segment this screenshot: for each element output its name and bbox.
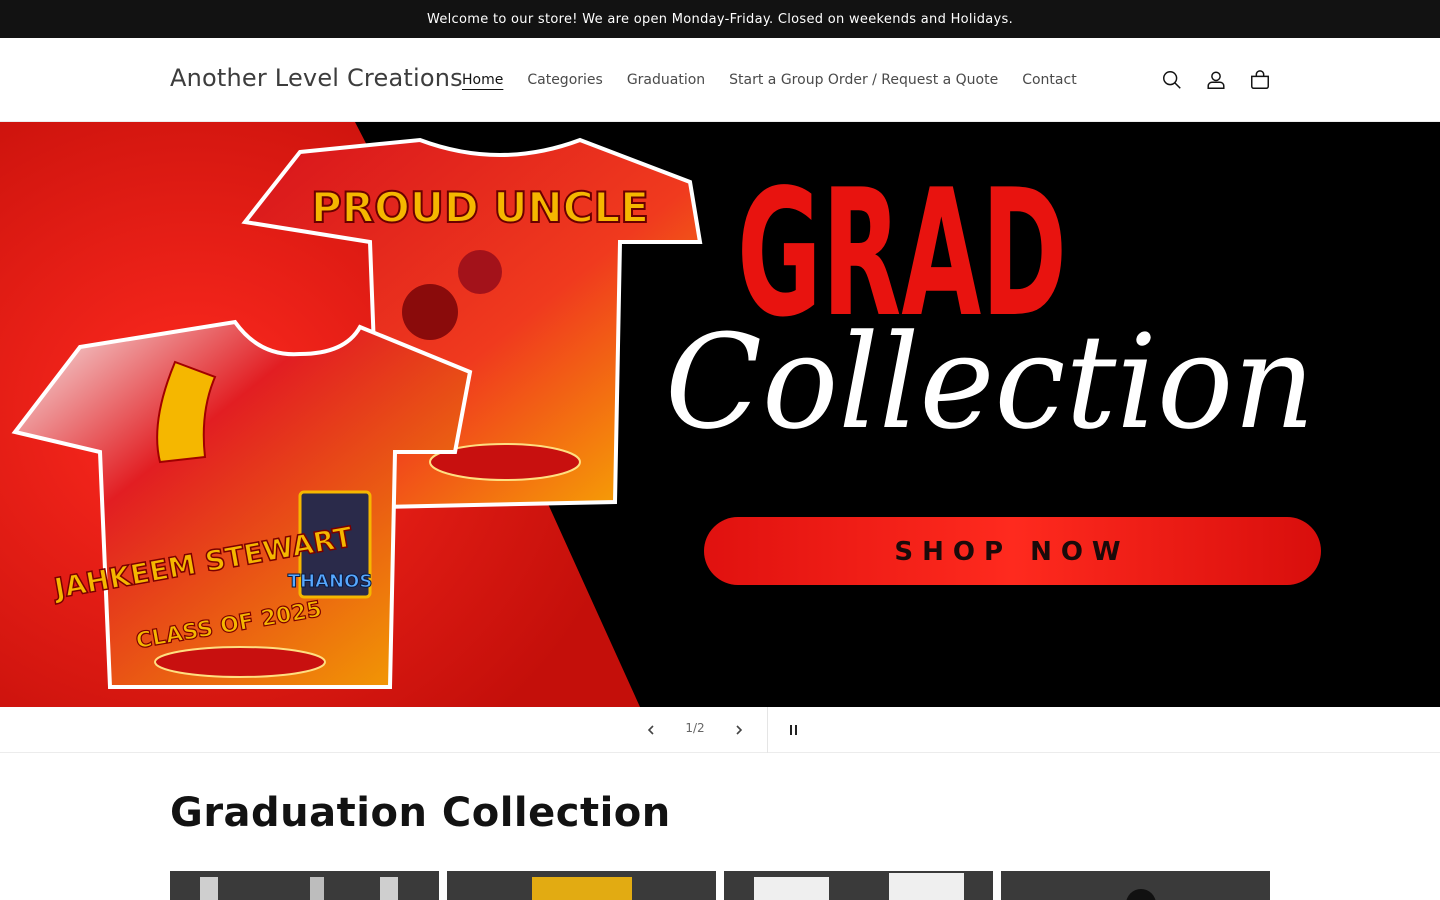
cart-icon[interactable] <box>1238 58 1282 102</box>
hero-script: Collection <box>665 306 1315 458</box>
site-header: Another Level Creations Home Categories … <box>0 38 1440 122</box>
header-icons <box>1150 58 1282 102</box>
nav-item-categories[interactable]: Categories <box>515 69 614 91</box>
shop-now-button[interactable]: SHOP NOW <box>704 517 1321 585</box>
product-card[interactable] <box>1001 871 1270 900</box>
nav-item-contact[interactable]: Contact <box>1010 69 1088 91</box>
collection-title: Graduation Collection <box>170 790 671 836</box>
account-icon[interactable] <box>1194 58 1238 102</box>
announcement-bar: Welcome to our store! We are open Monday… <box>0 0 1440 38</box>
main-nav: Home Categories Graduation Start a Group… <box>450 69 1089 91</box>
hero-banner[interactable]: PROUD UNCLE THANOS JAHKEEM STEWART CLASS… <box>0 122 1440 707</box>
previous-slide-button[interactable] <box>629 707 673 753</box>
chevron-right-icon <box>736 725 743 735</box>
product-card[interactable] <box>447 871 716 900</box>
search-icon[interactable] <box>1150 58 1194 102</box>
shirt-top-text: PROUD UNCLE <box>311 183 649 232</box>
slide-counter: 1/2 <box>685 721 705 735</box>
hero-image: PROUD UNCLE THANOS JAHKEEM STEWART CLASS… <box>0 122 1440 707</box>
product-grid <box>170 871 1270 900</box>
nav-item-home[interactable]: Home <box>450 69 515 91</box>
card-text: THANOS <box>288 571 373 592</box>
nav-item-graduation[interactable]: Graduation <box>615 69 717 91</box>
pause-slideshow-button[interactable] <box>771 707 815 753</box>
announcement-text: Welcome to our store! We are open Monday… <box>426 11 1014 27</box>
pause-icon <box>789 725 797 735</box>
next-slide-button[interactable] <box>717 707 761 753</box>
product-card[interactable] <box>170 871 439 900</box>
store-logo[interactable]: Another Level Creations <box>170 64 463 92</box>
shop-now-label[interactable]: SHOP NOW <box>894 537 1129 567</box>
nav-item-group-order[interactable]: Start a Group Order / Request a Quote <box>717 69 1010 91</box>
chevron-left-icon <box>647 725 654 735</box>
slider-controls: 1/2 <box>0 707 1440 753</box>
product-card[interactable] <box>724 871 993 900</box>
slider-divider <box>767 707 768 753</box>
